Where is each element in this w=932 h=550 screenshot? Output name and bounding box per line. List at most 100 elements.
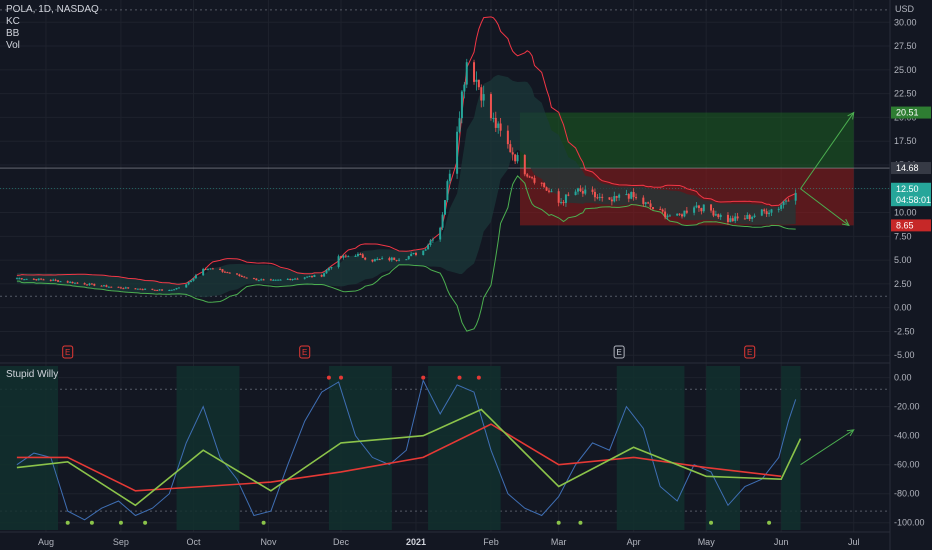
candle-body[interactable] [567, 194, 570, 196]
candle-body[interactable] [649, 203, 652, 208]
candle-body[interactable] [560, 202, 563, 204]
candle-body[interactable] [156, 289, 159, 291]
candle-body[interactable] [323, 273, 326, 277]
candle-body[interactable] [20, 278, 23, 280]
candle-body[interactable] [119, 287, 122, 289]
candle-body[interactable] [93, 283, 96, 286]
candle-body[interactable] [306, 276, 309, 278]
candle-body[interactable] [371, 259, 374, 262]
candle-body[interactable] [219, 268, 222, 270]
candle-body[interactable] [577, 188, 580, 192]
candle-body[interactable] [526, 174, 529, 177]
candle-body[interactable] [448, 173, 451, 182]
candle-body[interactable] [610, 199, 613, 202]
candle-body[interactable] [139, 288, 142, 290]
candle-body[interactable] [151, 288, 154, 290]
candle-body[interactable] [540, 182, 543, 184]
symbol-title[interactable]: POLA, 1D, NASDAQ [6, 4, 99, 16]
indicator-vol[interactable]: Vol [6, 40, 99, 52]
candle-body[interactable] [252, 278, 255, 280]
candle-body[interactable] [23, 279, 26, 281]
candle-body[interactable] [388, 258, 391, 261]
candle-body[interactable] [361, 254, 364, 258]
candle-body[interactable] [427, 244, 430, 250]
candle-body[interactable] [393, 257, 396, 260]
candle-body[interactable] [644, 202, 647, 204]
candle-body[interactable] [780, 205, 783, 209]
indicator-bb[interactable]: BB [6, 28, 99, 40]
candle-body[interactable] [511, 152, 514, 155]
candle-body[interactable] [429, 240, 432, 245]
candle-body[interactable] [753, 215, 756, 217]
candle-body[interactable] [206, 268, 209, 270]
candle-body[interactable] [262, 279, 265, 281]
candle-body[interactable] [161, 289, 164, 291]
candle-body[interactable] [627, 194, 630, 199]
candle-body[interactable] [257, 280, 260, 282]
candle-body[interactable] [187, 282, 190, 285]
candle-body[interactable] [710, 204, 713, 211]
indicator-kc[interactable]: KC [6, 16, 99, 28]
candle-body[interactable] [697, 205, 700, 209]
candle-body[interactable] [412, 252, 415, 254]
candle-body[interactable] [296, 278, 299, 280]
candle-body[interactable] [439, 227, 442, 240]
candle-body[interactable] [325, 270, 328, 274]
candle-body[interactable] [731, 218, 734, 221]
candle-body[interactable] [794, 192, 797, 201]
candle-body[interactable] [170, 289, 173, 291]
candle-body[interactable] [782, 201, 785, 206]
candle-body[interactable] [785, 200, 788, 202]
candle-body[interactable] [683, 210, 686, 217]
candle-body[interactable] [40, 278, 43, 280]
candle-body[interactable] [175, 287, 178, 290]
candle-body[interactable] [666, 215, 669, 218]
candle-body[interactable] [446, 181, 449, 201]
candle-body[interactable] [277, 279, 280, 281]
candle-body[interactable] [15, 278, 18, 280]
candle-body[interactable] [765, 211, 768, 215]
candle-body[interactable] [173, 289, 176, 291]
candle-body[interactable] [562, 202, 565, 204]
candle-body[interactable] [69, 281, 72, 283]
candle-body[interactable] [144, 288, 147, 290]
candle-body[interactable] [274, 279, 277, 281]
candle-body[interactable] [460, 91, 463, 119]
candle-body[interactable] [291, 279, 294, 281]
candle-body[interactable] [545, 187, 548, 191]
candle-body[interactable] [177, 287, 180, 289]
candle-body[interactable] [480, 87, 483, 101]
candle-body[interactable] [726, 214, 729, 223]
candle-body[interactable] [86, 284, 89, 286]
candle-body[interactable] [410, 253, 413, 257]
candle-body[interactable] [748, 215, 751, 219]
candle-body[interactable] [431, 239, 434, 241]
candle-body[interactable] [625, 194, 628, 196]
candle-body[interactable] [584, 189, 587, 194]
candle-body[interactable] [787, 200, 790, 202]
candle-body[interactable] [347, 256, 350, 258]
candle-body[interactable] [354, 255, 357, 257]
candle-body[interactable] [337, 256, 340, 267]
candle-body[interactable] [473, 62, 476, 82]
candle-body[interactable] [489, 94, 492, 119]
candle-body[interactable] [632, 192, 635, 198]
candle-body[interactable] [441, 214, 444, 228]
candle-body[interactable] [52, 279, 55, 281]
candle-body[interactable] [543, 183, 546, 188]
candle-body[interactable] [308, 276, 311, 278]
candle-body[interactable] [463, 84, 466, 92]
candle-body[interactable] [475, 79, 478, 82]
candle-body[interactable] [676, 213, 679, 216]
candle-body[interactable] [236, 273, 239, 275]
candle-body[interactable] [107, 286, 110, 288]
candle-body[interactable] [770, 209, 773, 213]
candle-body[interactable] [158, 289, 161, 291]
candle-body[interactable] [678, 213, 681, 215]
candle-body[interactable] [294, 278, 297, 280]
candle-body[interactable] [736, 216, 739, 219]
candle-body[interactable] [286, 279, 289, 281]
candle-body[interactable] [240, 275, 243, 277]
candle-body[interactable] [42, 279, 45, 281]
candle-body[interactable] [49, 279, 52, 281]
